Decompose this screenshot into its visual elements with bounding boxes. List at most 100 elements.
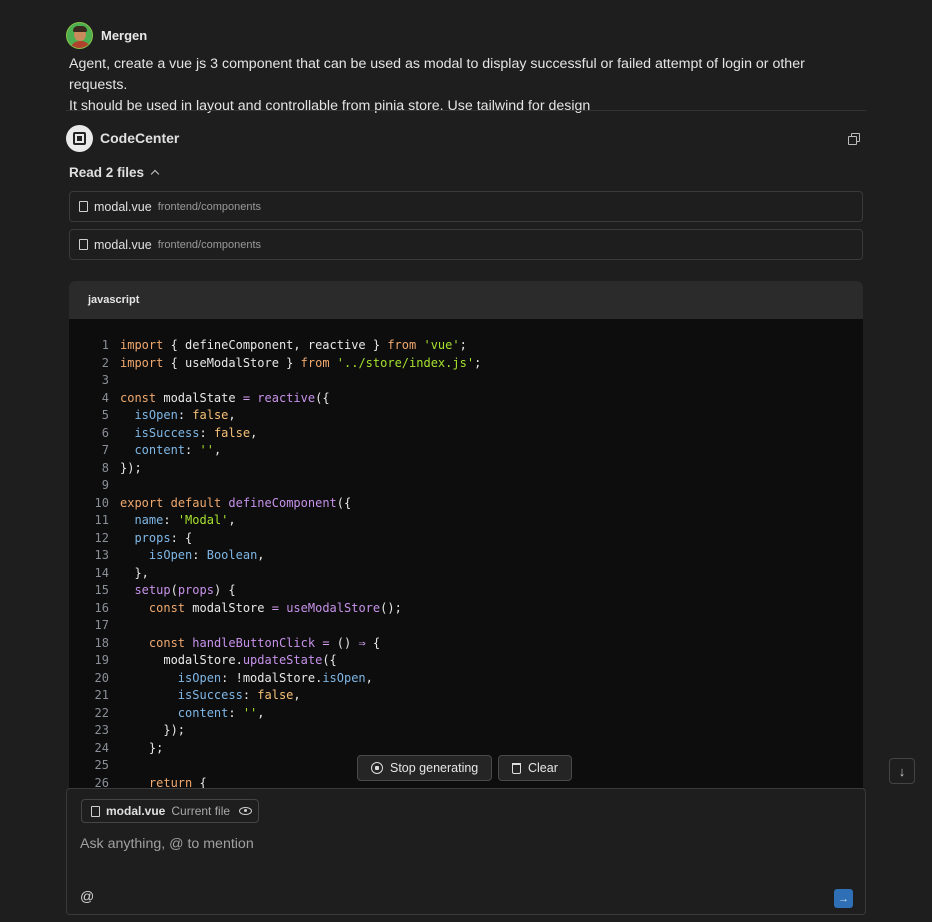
code-text: isOpen: Boolean,: [148, 548, 265, 562]
code-line: 14 },: [69, 565, 863, 583]
file-name: modal.vue: [94, 237, 152, 252]
line-number: 20: [94, 670, 109, 685]
send-button[interactable]: →: [834, 889, 853, 908]
stop-generating-label: Stop generating: [390, 761, 479, 775]
file-reference[interactable]: modal.vue frontend/components: [69, 191, 863, 222]
code-block: javascript 1 import { defineComponent, re…: [69, 281, 863, 788]
chevron-up-icon: [150, 169, 160, 179]
line-number: 16: [94, 600, 109, 615]
line-number: 13: [94, 548, 109, 562]
line-number: 9: [101, 478, 109, 492]
user-message-text: Agent, create a vue js 3 component that …: [69, 54, 866, 117]
line-number: 7: [101, 443, 109, 457]
file-path: frontend/components: [157, 200, 262, 213]
code-line: 23 });: [69, 722, 863, 740]
context-file-name: modal.vue: [106, 804, 166, 818]
code-text: isSuccess: false,: [134, 425, 258, 440]
code-language-label: javascript: [69, 281, 863, 319]
code-line: 3: [69, 372, 863, 390]
line-number: 10: [94, 495, 109, 510]
mention-button[interactable]: @: [80, 888, 94, 904]
line-number: 26: [94, 775, 109, 789]
agent-message-header: CodeCenter: [66, 124, 866, 152]
code-text: const handleButtonClick = () ⇒ {: [148, 635, 381, 650]
stop-icon: [371, 762, 383, 774]
agent-logo-icon: [66, 124, 93, 152]
code-text: isOpen: !modalStore.isOpen,: [177, 670, 373, 685]
line-number: 1: [101, 338, 109, 352]
code-line: 17: [69, 617, 863, 635]
read-files-label: Read 2 files: [69, 165, 145, 180]
line-number: 19: [94, 653, 109, 667]
chat-input[interactable]: [80, 833, 840, 855]
code-line: 10 export default defineComponent({: [69, 495, 863, 513]
code-text: import { defineComponent, reactive } fro…: [120, 338, 467, 352]
code-line: 7 content: '',: [69, 442, 863, 460]
code-text: name: 'Modal',: [134, 513, 236, 527]
code-line: 18 const handleButtonClick = () ⇒ {: [69, 635, 863, 653]
chat-input-panel: modal.vue Current file @ →: [66, 788, 866, 915]
line-number: 6: [101, 425, 109, 440]
stop-generating-button[interactable]: Stop generating: [357, 755, 493, 781]
user-avatar: [66, 21, 93, 49]
line-number: 22: [94, 705, 109, 720]
user-message-line-1: Agent, create a vue js 3 component that …: [69, 56, 805, 93]
line-number: 15: [94, 583, 109, 597]
file-icon: [79, 239, 88, 250]
code-text: });: [120, 723, 186, 737]
line-number: 5: [101, 408, 109, 422]
line-number: 24: [94, 740, 109, 755]
code-line: 13 isOpen: Boolean,: [69, 547, 863, 565]
code-line: 6 isSuccess: false,: [69, 425, 863, 443]
user-message-header: Mergen: [66, 21, 866, 49]
line-number: 8: [101, 460, 109, 475]
line-number: 25: [94, 758, 109, 772]
code-text: },: [120, 565, 149, 580]
line-number: 3: [101, 373, 109, 387]
code-text: const modalStore = useModalStore();: [148, 600, 402, 615]
code-text: isSuccess: false,: [177, 688, 301, 702]
code-text: const modalState = reactive({: [120, 390, 330, 405]
user-message-line-2: It should be used in layout and controll…: [69, 98, 591, 114]
scroll-down-button[interactable]: ↓: [889, 758, 915, 784]
code-line: 5 isOpen: false,: [69, 407, 863, 425]
copy-icon[interactable]: [848, 132, 860, 145]
code-text: isOpen: false,: [134, 408, 236, 422]
user-message: Mergen Agent, create a vue js 3 componen…: [66, 21, 866, 117]
message-divider: [66, 110, 866, 111]
clear-label: Clear: [528, 761, 558, 775]
read-files-toggle[interactable]: Read 2 files: [69, 165, 160, 180]
code-text: });: [120, 460, 142, 475]
code-text: setup(props) {: [134, 583, 236, 597]
trash-icon: [512, 762, 521, 774]
file-reference[interactable]: modal.vue frontend/components: [69, 229, 863, 260]
code-line: 20 isOpen: !modalStore.isOpen,: [69, 670, 863, 688]
code-line: 19 modalStore.updateState({: [69, 652, 863, 670]
code-line: 1 import { defineComponent, reactive } fr…: [69, 337, 863, 355]
user-name: Mergen: [101, 27, 148, 43]
context-file-chip[interactable]: modal.vue Current file: [81, 799, 260, 823]
arrow-down-icon: ↓: [898, 763, 906, 779]
file-icon: [91, 805, 100, 817]
file-icon: [79, 201, 88, 212]
code-text: content: '',: [177, 705, 265, 720]
code-body: 1 import { defineComponent, reactive } fr…: [69, 319, 863, 788]
context-file-label: Current file: [171, 804, 231, 818]
code-line: 2 import { useModalStore } from '../store…: [69, 355, 863, 373]
line-number: 21: [94, 688, 109, 702]
line-number: 2: [101, 355, 109, 370]
line-number: 11: [94, 513, 109, 527]
code-line: 9: [69, 477, 863, 495]
file-name: modal.vue: [94, 199, 152, 214]
eye-icon[interactable]: [239, 807, 253, 815]
clear-button[interactable]: Clear: [498, 755, 572, 781]
line-number: 4: [101, 390, 109, 405]
code-line: 4 const modalState = reactive({: [69, 390, 863, 408]
code-line: 11 name: 'Modal',: [69, 512, 863, 530]
code-line: 8});: [69, 460, 863, 478]
line-number: 12: [94, 530, 109, 545]
